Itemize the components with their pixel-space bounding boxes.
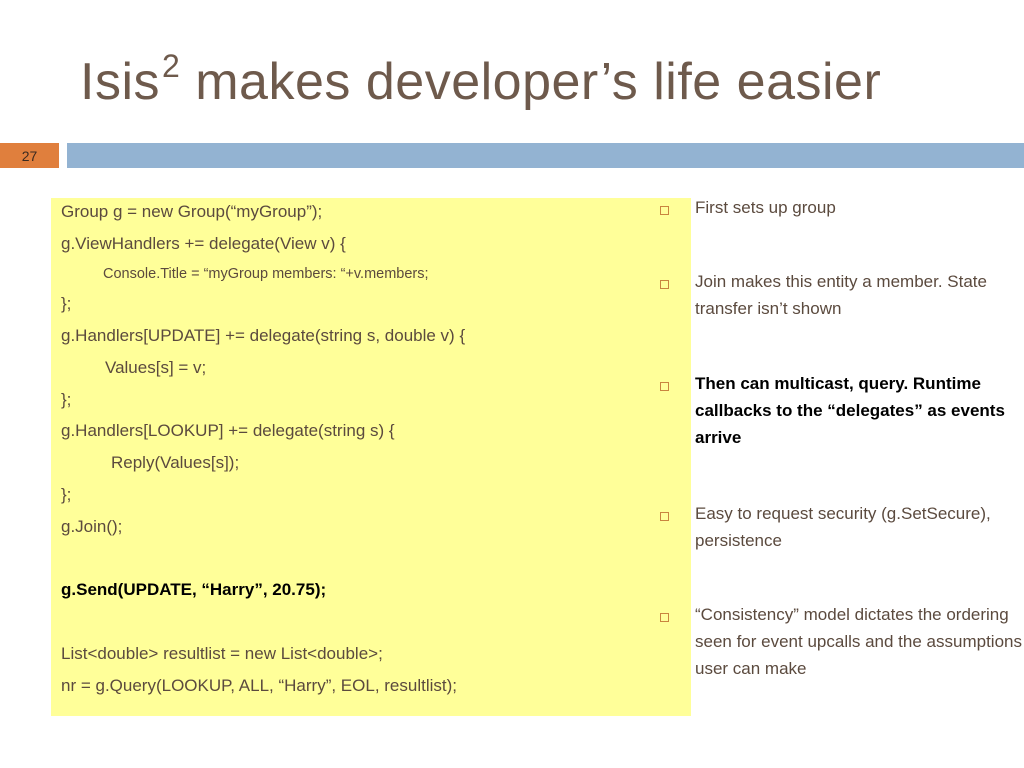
code-line: }; [61, 485, 72, 504]
header-rule-bar [67, 143, 1024, 168]
square-bullet-icon [660, 206, 669, 215]
code-line: Group g = new Group(“myGroup”); [61, 202, 323, 221]
title-main: Isis [80, 53, 160, 111]
square-bullet-icon [660, 280, 669, 289]
code-line: g.ViewHandlers += delegate(View v) { [61, 234, 346, 253]
code-line: nr = g.Query(LOOKUP, ALL, “Harry”, EOL, … [61, 676, 458, 695]
code-line-highlight: g.Send(UPDATE, “Harry”, 20.75); [61, 580, 327, 599]
code-block: Group g = new Group(“myGroup”); g.ViewHa… [51, 198, 691, 716]
code-line: g.Join(); [61, 517, 123, 536]
square-bullet-icon [660, 382, 669, 391]
code-line: List<double> resultlist = new List<doubl… [61, 644, 383, 663]
square-bullet-icon [660, 512, 669, 521]
code-line: Reply(Values[s]); [111, 453, 240, 472]
title-rest: makes developer’s life easier [180, 53, 882, 111]
code-line: }; [61, 294, 72, 313]
bullet-text: Join makes this entity a member. State t… [695, 272, 987, 318]
code-line: g.Handlers[UPDATE] += delegate(string s,… [61, 326, 466, 345]
bullet-text: First sets up group [695, 198, 836, 217]
bullet-text: Easy to request security (g.SetSecure), … [695, 504, 991, 550]
title-superscript: 2 [162, 48, 181, 84]
bullet-text-emphasis: Then can multicast, query. Runtime callb… [695, 374, 1005, 447]
code-line: Console.Title = “myGroup members: “+v.me… [103, 266, 429, 282]
bullet-text: “Consistency” model dictates the orderin… [695, 605, 1022, 678]
square-bullet-icon [660, 613, 669, 622]
code-line: g.Handlers[LOOKUP] += delegate(string s)… [61, 421, 395, 440]
code-line: }; [61, 390, 72, 409]
code-line: Values[s] = v; [105, 358, 207, 377]
slide-title: Isis2 makes developer’s life easier [80, 48, 881, 112]
slide-number: 27 [0, 143, 59, 168]
